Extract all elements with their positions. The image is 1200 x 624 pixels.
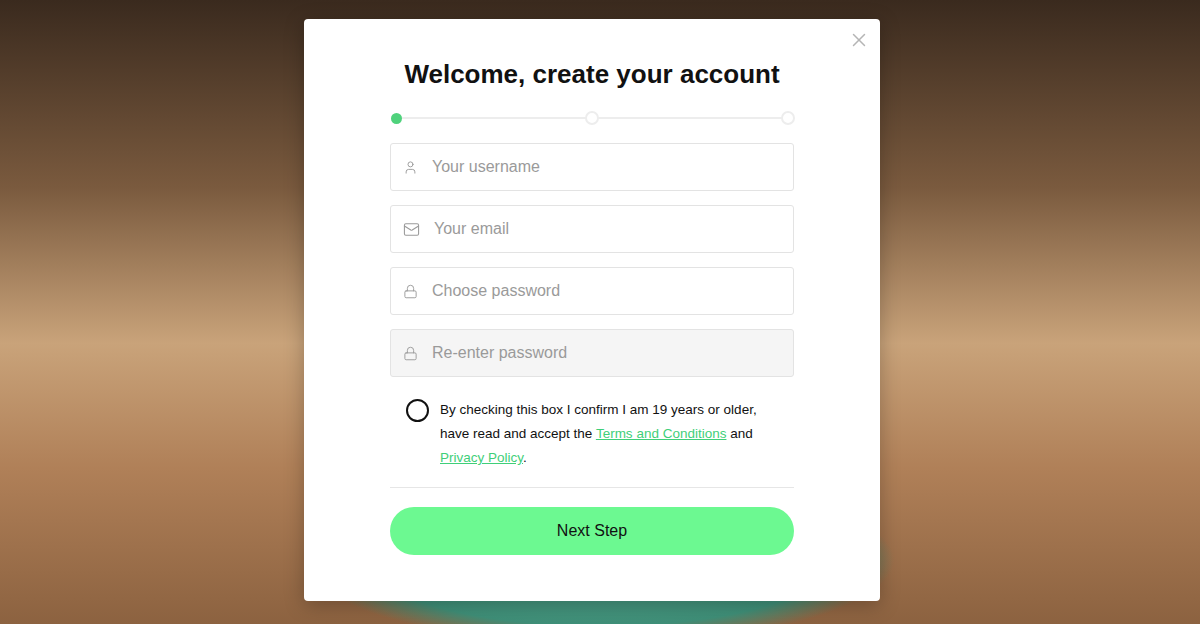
step-dot [585,111,599,125]
email-input[interactable] [432,219,779,239]
input-field [390,143,794,191]
background-photo: Welcome, create your account By checking … [0,0,1200,624]
policy-link[interactable]: Terms and Conditions [596,426,727,441]
username-input[interactable] [430,157,779,177]
step-dot [781,111,795,125]
next-step-button[interactable]: Next Step [390,507,794,555]
consent-text: By checking this box I confirm I am 19 y… [440,398,788,470]
divider [390,487,794,488]
policy-link[interactable]: Privacy Policy [440,450,523,465]
close-icon [848,29,870,51]
input-field [390,329,794,377]
close-button[interactable] [848,29,870,51]
input-field [390,267,794,315]
password-input[interactable] [430,343,779,363]
lock-icon [403,346,418,361]
consent-checkbox[interactable] [406,399,429,422]
lock-icon [403,284,418,299]
dialog-title: Welcome, create your account [390,57,794,91]
step-dot [391,113,402,124]
signup-dialog: Welcome, create your account By checking … [304,19,880,601]
form-fields [390,143,794,377]
password-input[interactable] [430,281,779,301]
mail-icon [403,221,420,238]
stepper [391,111,795,125]
consent-row: By checking this box I confirm I am 19 y… [390,398,794,470]
input-field [390,205,794,253]
user-icon [403,160,418,175]
